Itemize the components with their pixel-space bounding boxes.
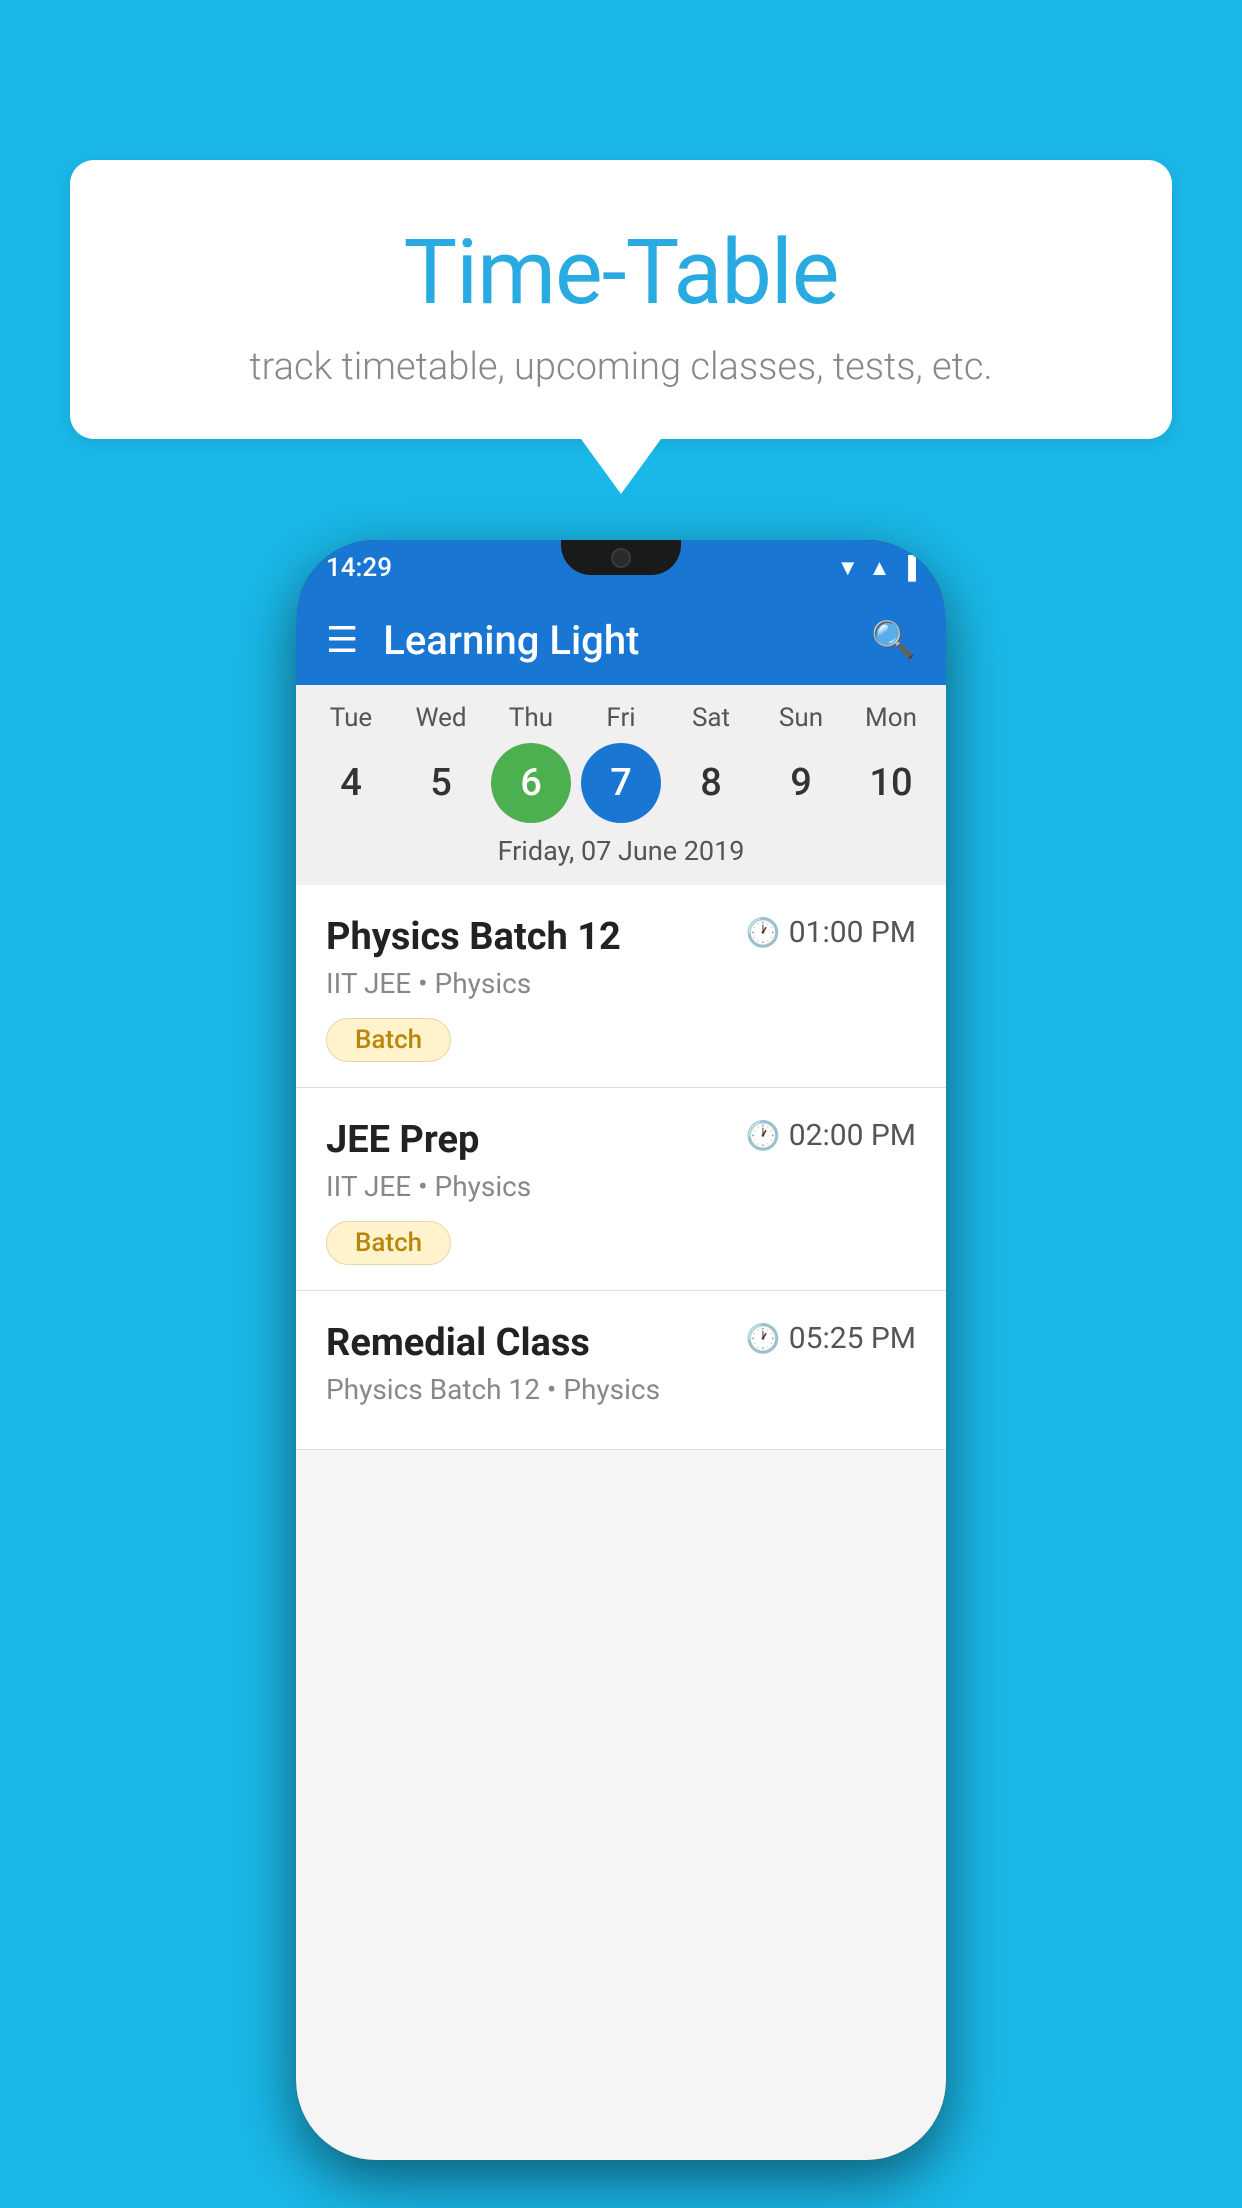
class-name-3: Remedial Class [326,1321,590,1365]
signal-icon: ▲ [869,555,891,581]
status-icons: ▼ ▲ ▐ [837,555,916,581]
clock-icon-1: 🕐 [746,916,781,949]
app-title: Learning Light [383,617,871,664]
class-subtitle-1: IIT JEE • Physics [326,967,916,1000]
phone-screen: ☰ Learning Light 🔍 Tue Wed Thu Fri Sat S… [296,595,946,2160]
class-time-1: 🕐 01:00 PM [746,915,916,950]
day-header-mon: Mon [851,703,931,733]
search-icon[interactable]: 🔍 [871,619,916,661]
selected-date-label: Friday, 07 June 2019 [296,835,946,875]
day-4[interactable]: 4 [311,743,391,823]
day-5[interactable]: 5 [401,743,481,823]
day-header-wed: Wed [401,703,481,733]
class-item-1[interactable]: Physics Batch 12 🕐 01:00 PM IIT JEE • Ph… [296,885,946,1088]
class-time-2: 🕐 02:00 PM [746,1118,916,1153]
batch-badge-1: Batch [326,1018,451,1062]
hero-subtitle: track timetable, upcoming classes, tests… [120,345,1122,389]
speech-bubble-arrow [581,439,661,494]
battery-icon: ▐ [900,555,916,581]
day-header-fri: Fri [581,703,661,733]
wifi-icon: ▼ [837,555,859,581]
day-header-sun: Sun [761,703,841,733]
clock-icon-2: 🕐 [746,1119,781,1152]
hero-title: Time-Table [120,220,1122,325]
class-item-1-header: Physics Batch 12 🕐 01:00 PM [326,915,916,959]
day-header-tue: Tue [311,703,391,733]
day-header-thu: Thu [491,703,571,733]
calendar-strip: Tue Wed Thu Fri Sat Sun Mon 4 5 6 7 8 9 … [296,685,946,885]
clock-icon-3: 🕐 [746,1322,781,1355]
class-time-3: 🕐 05:25 PM [746,1321,916,1356]
batch-badge-2: Batch [326,1221,451,1265]
day-7-selected[interactable]: 7 [581,743,661,823]
camera-icon [611,548,631,568]
day-9[interactable]: 9 [761,743,841,823]
day-10[interactable]: 10 [851,743,931,823]
phone-body: 14:29 ▼ ▲ ▐ ☰ Learning Light 🔍 Tue Wed T… [296,540,946,2160]
status-time: 14:29 [326,553,392,583]
class-item-2-header: JEE Prep 🕐 02:00 PM [326,1118,916,1162]
class-name-2: JEE Prep [326,1118,479,1162]
class-subtitle-2: IIT JEE • Physics [326,1170,916,1203]
speech-bubble-section: Time-Table track timetable, upcoming cla… [70,160,1172,494]
phone-notch [561,540,681,575]
day-header-sat: Sat [671,703,751,733]
app-header: ☰ Learning Light 🔍 [296,595,946,685]
class-subtitle-3: Physics Batch 12 • Physics [326,1373,916,1406]
day-8[interactable]: 8 [671,743,751,823]
class-item-3[interactable]: Remedial Class 🕐 05:25 PM Physics Batch … [296,1291,946,1450]
class-name-1: Physics Batch 12 [326,915,621,959]
hamburger-menu-icon[interactable]: ☰ [326,622,358,658]
day-numbers: 4 5 6 7 8 9 10 [296,743,946,823]
day-6-today[interactable]: 6 [491,743,571,823]
day-headers: Tue Wed Thu Fri Sat Sun Mon [296,703,946,733]
phone-mockup: 14:29 ▼ ▲ ▐ ☰ Learning Light 🔍 Tue Wed T… [296,540,946,2160]
class-item-3-header: Remedial Class 🕐 05:25 PM [326,1321,916,1365]
class-item-2[interactable]: JEE Prep 🕐 02:00 PM IIT JEE • Physics Ba… [296,1088,946,1291]
speech-bubble: Time-Table track timetable, upcoming cla… [70,160,1172,439]
